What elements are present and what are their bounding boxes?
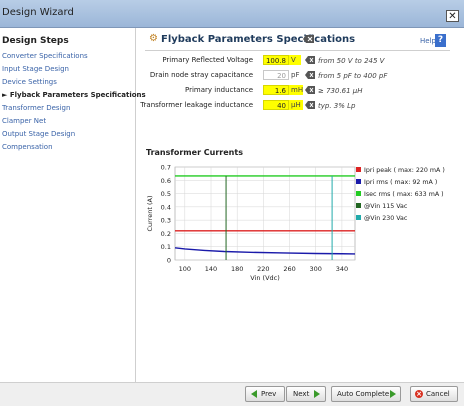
x-tick-label: 180 [231,265,243,273]
legend-swatch [356,191,361,196]
x-tick-label: 140 [205,265,217,273]
sidebar-item-transformer-design[interactable]: Transformer Design [2,104,70,112]
legend-label: @Vin 115 Vac [364,202,408,210]
sidebar-item-compensation[interactable]: Compensation [2,143,53,151]
x-tick-label: 220 [257,265,269,273]
window-title: Design Wizard [2,7,74,18]
transformer-leakage-inductance-unit: µH [289,100,303,110]
x-axis-label: Vin (Vdc) [250,274,280,282]
legend-label: @Vin 230 Vac [364,214,408,222]
y-tick-label: 0 [167,257,171,265]
close-icon[interactable]: ✕ [446,10,459,22]
design-steps-sidebar: Design Steps Converter Specifications In… [0,28,146,382]
series-line [174,247,356,255]
chart-title: Transformer Currents [146,148,243,157]
drain-node-stray-capacitance-label: Drain node stray capacitance [149,71,253,79]
y-tick-label: 0.4 [161,203,171,211]
transformer-leakage-inductance-label: Transformer leakage inductance [140,101,253,109]
primary-inductance-label: Primary inductance [184,86,253,94]
window-titlebar: Design Wizard ✕ [0,0,464,28]
drain-node-stray-capacitance-unit: pF [291,71,300,79]
clear-field-icon[interactable] [305,71,315,79]
transformer-leakage-inductance-hint: typ. 3% Lp [318,102,356,110]
y-tick-label: 0.3 [161,217,171,225]
y-tick-label: 0.7 [161,164,171,172]
arrow-right-icon [314,390,320,398]
y-tick-label: 0.5 [161,190,171,198]
clear-field-icon[interactable] [305,101,315,109]
sidebar-item-flyback-parameters[interactable]: ► Flyback Parameters Specifications [2,91,146,99]
sidebar-item-output-stage-design[interactable]: Output Stage Design [2,130,75,138]
x-tick-label: 300 [310,265,322,273]
drain-node-stray-capacitance-hint: from 5 pF to 400 pF [318,72,388,80]
plot-area [174,166,356,261]
primary-reflected-voltage-unit: V [289,55,301,65]
sidebar-item-converter-specifications[interactable]: Converter Specifications [2,52,88,60]
page-title: Flyback Parameters Specifications [161,34,356,45]
primary-inductance-hint: ≥ 730.61 µH [318,87,363,95]
auto-complete-icon [390,390,396,398]
active-step-marker: ► [2,91,8,99]
legend-swatch [356,167,361,172]
x-tick-label: 340 [336,265,348,273]
clear-field-icon[interactable] [305,56,315,64]
y-tick-label: 0.1 [161,243,171,251]
y-tick-label: 0.2 [161,230,171,238]
x-tick-label: 260 [283,265,295,273]
prev-button[interactable]: Prev [245,386,285,402]
transformer-leakage-inductance-input[interactable]: 40 [263,100,289,110]
sidebar-item-device-settings[interactable]: Device Settings [2,78,57,86]
parameters-icon: ⚙ [149,33,158,44]
legend-swatch [356,215,361,220]
legend-label: Ipri rms ( max: 92 mA ) [364,179,437,186]
primary-inductance-input[interactable]: 1.6 [263,85,289,95]
auto-complete-button[interactable]: Auto Complete [331,386,401,402]
legend-label: Ipri peak ( max: 220 mA ) [364,167,445,174]
y-tick-label: 0.6 [161,177,171,185]
sidebar-item-input-stage-design[interactable]: Input Stage Design [2,65,69,73]
x-tick-label: 100 [179,265,191,273]
cancel-button[interactable]: × Cancel [410,386,458,402]
legend-swatch [356,179,361,184]
primary-reflected-voltage-input[interactable]: 100.8 [263,55,289,65]
clear-icon[interactable] [303,35,314,43]
arrow-left-icon [251,390,257,398]
y-axis-label: Current (A) [146,196,154,232]
help-icon[interactable]: ? [435,34,446,47]
sidebar-item-label: Flyback Parameters Specifications [9,91,146,99]
divider [145,50,450,51]
design-steps-title: Design Steps [2,36,69,46]
drain-node-stray-capacitance-input[interactable]: 20 [263,70,289,80]
primary-reflected-voltage-label: Primary Reflected Voltage [162,56,253,64]
legend-swatch [356,203,361,208]
legend-label: Isec rms ( max: 633 mA ) [364,191,444,198]
primary-inductance-unit: mH [289,85,304,95]
cancel-icon: × [415,390,423,398]
primary-reflected-voltage-hint: from 50 V to 245 V [318,57,385,65]
next-button[interactable]: Next [286,386,326,402]
sidebar-item-clamper-net[interactable]: Clamper Net [2,117,46,125]
help-link[interactable]: Help [420,37,436,45]
clear-field-icon[interactable] [305,86,315,94]
